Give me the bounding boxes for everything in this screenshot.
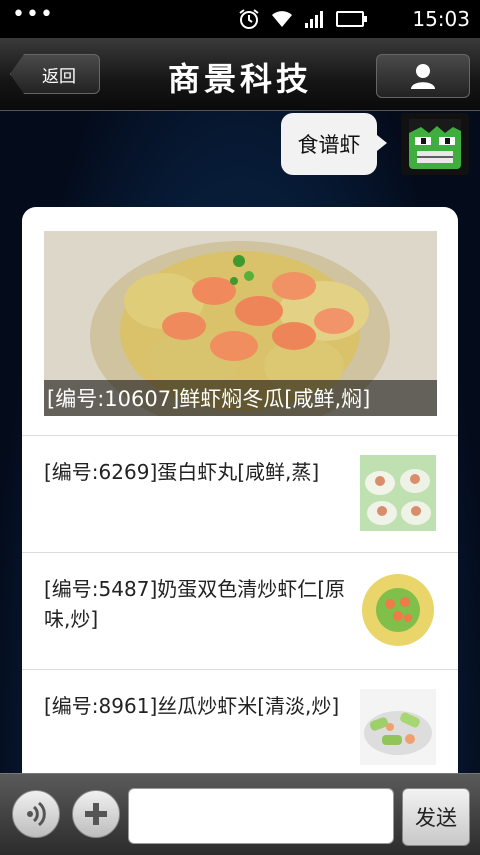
loofah-shrimp-photo [360,689,436,765]
wifi-icon [272,11,292,27]
status-icons [238,8,367,30]
shrimp-ball-photo [360,455,436,531]
green-monster-avatar [401,113,469,175]
featured-recipe-caption: [编号:10607]鲜虾焖冬瓜[咸鲜,焖] [44,380,437,416]
clock: 15:03 [412,7,470,31]
input-bar: 发送 [0,773,480,855]
divider [22,669,458,670]
recipe-item-thumbnail[interactable] [360,455,436,531]
voice-icon [27,801,46,827]
profile-button[interactable] [376,54,470,98]
user-avatar[interactable] [401,113,469,175]
egg-shrimp-photo [360,572,436,648]
recipe-item-thumbnail[interactable] [360,572,436,648]
plus-button[interactable] [72,790,120,838]
user-message-bubble: 食谱虾 [281,113,387,175]
recipe-item-text[interactable]: [编号:6269]蛋白虾丸[咸鲜,蒸] [44,457,354,487]
recipe-item-text[interactable]: [编号:5487]奶蛋双色清炒虾仁[原味,炒] [44,574,354,634]
recipe-results-card: [编号:10607]鲜虾焖冬瓜[咸鲜,焖] [编号:6269]蛋白虾丸[咸鲜,蒸… [22,207,458,787]
signal-icon [305,11,323,28]
battery-icon [336,11,367,27]
alarm-icon [239,9,259,29]
recipe-item-text[interactable]: [编号:8961]丝瓜炒虾米[清淡,炒] [44,691,354,721]
message-input[interactable] [128,788,394,844]
status-bar: ••• 15:03 [0,0,480,38]
voice-button[interactable] [12,790,60,838]
divider [22,552,458,553]
divider [22,435,458,436]
person-icon [411,64,435,89]
title-bar: 返回 商景科技 [0,38,480,111]
send-button[interactable]: 发送 [402,788,470,846]
featured-recipe[interactable]: [编号:10607]鲜虾焖冬瓜[咸鲜,焖] [44,231,437,416]
notification-dots: ••• [12,2,54,27]
recipe-item-thumbnail[interactable] [360,689,436,765]
plus-icon [85,803,107,825]
